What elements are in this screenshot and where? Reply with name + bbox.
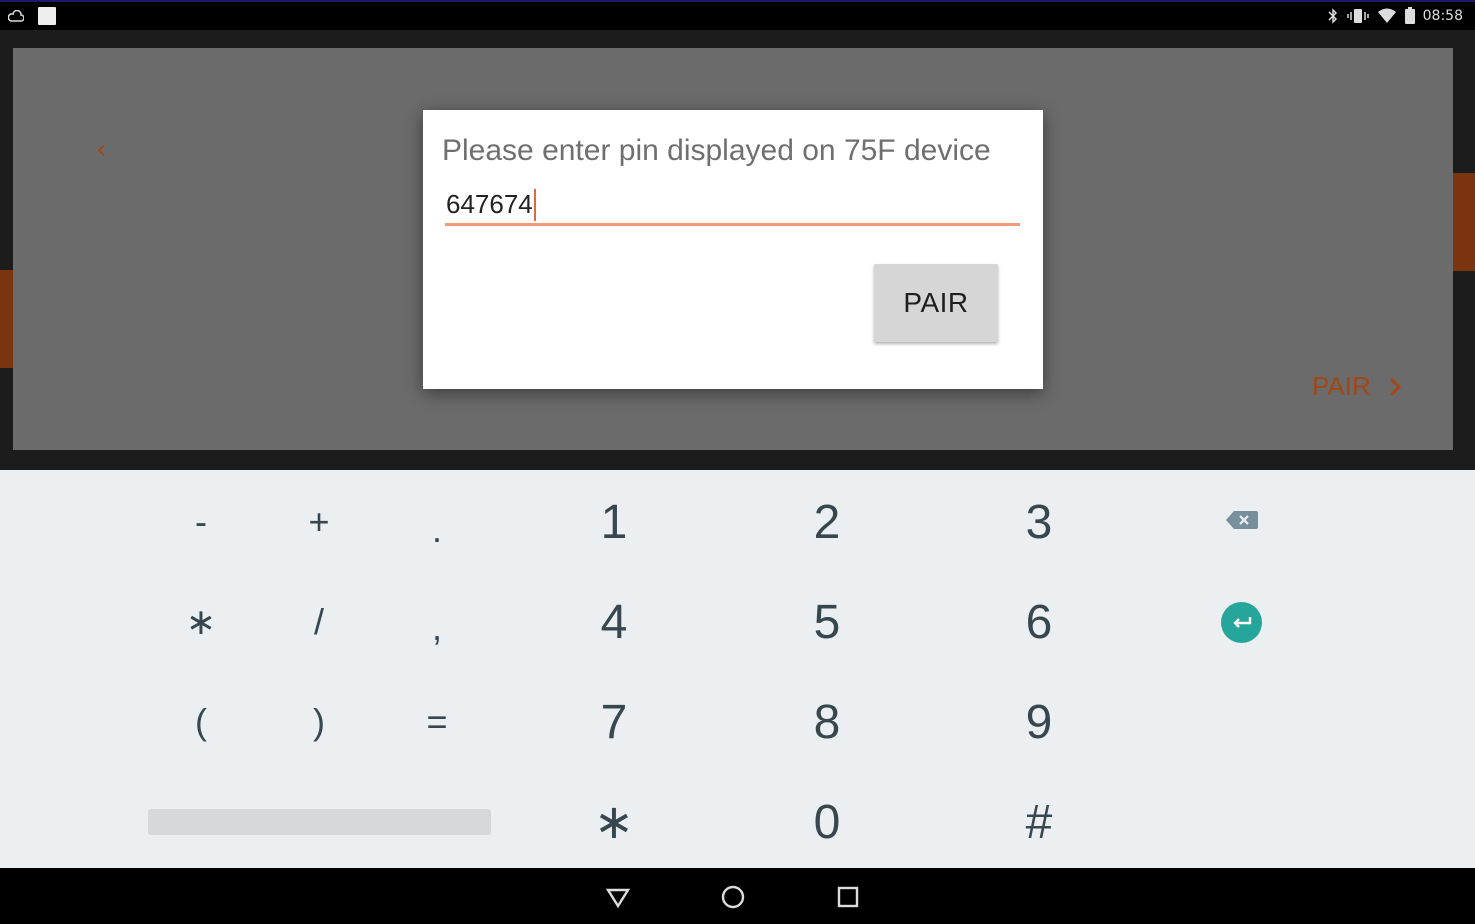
pair-button[interactable]: PAIR: [874, 264, 998, 342]
pin-dialog: Please enter pin displayed on 75F device…: [423, 110, 1043, 389]
key-open-paren[interactable]: (: [161, 682, 241, 762]
key-1[interactable]: 1: [554, 477, 674, 567]
accent-band-right: [1453, 173, 1475, 271]
wifi-icon: [1377, 8, 1396, 23]
key-8[interactable]: 8: [767, 677, 887, 767]
battery-icon: [1404, 7, 1415, 24]
key-equals[interactable]: =: [397, 682, 477, 762]
key-4[interactable]: 4: [554, 577, 674, 667]
vibrate-icon: [1346, 8, 1369, 23]
key-close-paren[interactable]: ): [279, 682, 359, 762]
pair-next-label: PAIR: [1312, 371, 1371, 401]
key-comma[interactable]: ,: [397, 588, 477, 668]
key-hash[interactable]: #: [979, 777, 1099, 867]
back-chevron-icon[interactable]: ‹: [96, 135, 106, 165]
key-6[interactable]: 6: [979, 577, 1099, 667]
key-9[interactable]: 9: [979, 677, 1099, 767]
key-minus[interactable]: -: [161, 482, 241, 562]
key-asterisk[interactable]: ∗: [161, 582, 241, 662]
text-caret: [533, 188, 536, 221]
back-triangle-icon[interactable]: [605, 884, 631, 910]
pin-value: 647674: [446, 189, 533, 219]
key-3[interactable]: 3: [979, 477, 1099, 567]
accent-band-left: [0, 270, 13, 368]
key-0[interactable]: 0: [767, 777, 887, 867]
status-bar: 08:58: [0, 0, 1475, 30]
numeric-keyboard: - + . ∗ / , ( ) = 1 2 3 4 5 6 7 8 9 ∗ 0 …: [0, 470, 1475, 868]
navigation-bar: [0, 868, 1475, 924]
key-2[interactable]: 2: [767, 477, 887, 567]
pin-input[interactable]: 647674: [445, 186, 1020, 226]
bluetooth-icon: [1328, 7, 1337, 24]
spacebar[interactable]: [148, 809, 491, 835]
status-time: 08:58: [1422, 7, 1463, 24]
enter-arrow-icon: [1232, 616, 1251, 628]
notification-square-icon: [38, 7, 56, 25]
recents-square-icon[interactable]: [835, 884, 861, 910]
key-slash[interactable]: /: [279, 582, 359, 662]
key-period[interactable]: .: [397, 490, 477, 570]
enter-button[interactable]: [1221, 602, 1262, 643]
chevron-right-icon: [1389, 377, 1401, 396]
key-star[interactable]: ∗: [554, 777, 674, 867]
backspace-icon[interactable]: [1224, 508, 1260, 532]
cloud-icon: [8, 10, 24, 22]
dialog-title: Please enter pin displayed on 75F device: [442, 134, 991, 167]
pair-next-link[interactable]: PAIR: [1312, 371, 1401, 402]
key-5[interactable]: 5: [767, 577, 887, 667]
key-7[interactable]: 7: [554, 677, 674, 767]
home-circle-icon[interactable]: [720, 884, 746, 910]
key-plus[interactable]: +: [279, 482, 359, 562]
